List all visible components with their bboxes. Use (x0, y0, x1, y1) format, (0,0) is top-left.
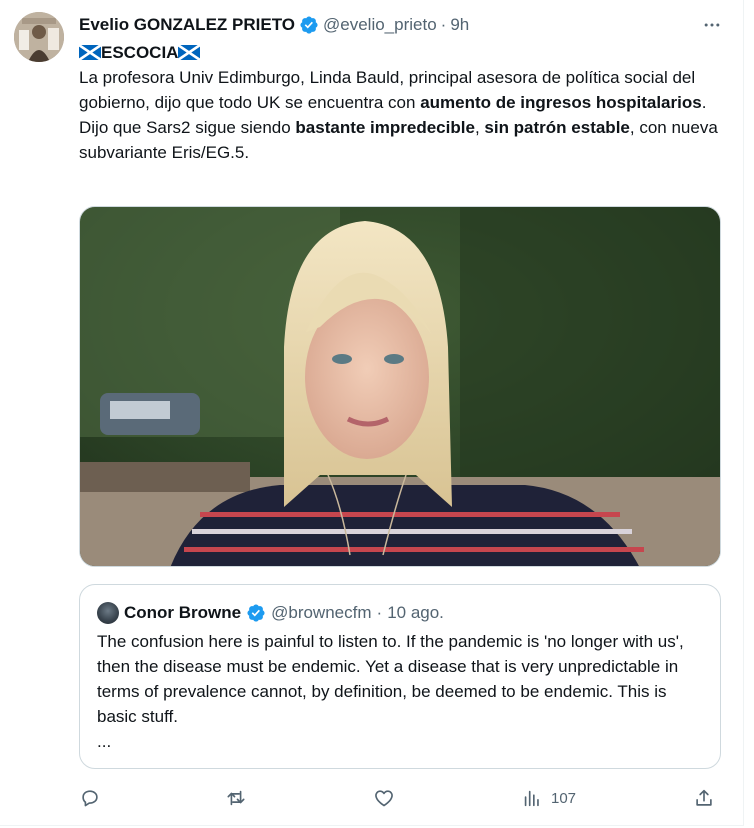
paragraph-2-mid: , (474, 118, 485, 137)
quoted-author-avatar (97, 602, 119, 624)
quoted-tweet[interactable]: Conor Browne @brownecfm · 10 ago. The co… (79, 584, 721, 769)
photo-image (80, 207, 720, 566)
share-button[interactable] (693, 786, 715, 810)
paragraph-2-bold-1: bastante impredecible (295, 118, 475, 137)
verified-badge-icon (300, 16, 318, 34)
quoted-tweet-body: The confusion here is painful to listen … (97, 632, 684, 726)
scotland-flag-icon (79, 45, 101, 60)
reply-button[interactable] (79, 786, 101, 810)
author-avatar[interactable] (14, 12, 64, 62)
tweet-title-line: ESCOCIA (79, 40, 719, 65)
views-icon (524, 790, 539, 807)
tweet-timestamp[interactable]: 9h (450, 15, 469, 35)
verified-badge-icon (247, 604, 265, 622)
tweet-text: ESCOCIA La profesora Univ Edimburgo, Lin… (79, 40, 719, 165)
more-horizontal-icon (704, 23, 720, 27)
quoted-tweet-header: Conor Browne @brownecfm · 10 ago. (97, 601, 444, 625)
heart-icon (375, 790, 393, 807)
share-icon (696, 789, 712, 806)
tweet[interactable]: Evelio GONZALEZ PRIETO @evelio_prieto · … (0, 0, 744, 826)
tweet-actions-bar: 107 (79, 786, 729, 810)
reply-icon (82, 790, 98, 807)
paragraph-1-suffix: . (701, 93, 707, 112)
tweet-paragraph-1: La profesora Univ Edimburgo, Linda Bauld… (79, 65, 719, 115)
retweet-icon (227, 790, 245, 806)
paragraph-1-bold: aumento de ingresos hospitalarios (420, 93, 702, 112)
scotland-flag-icon (178, 45, 201, 60)
views-count: 107 (551, 789, 577, 807)
author-handle[interactable]: @evelio_prieto (323, 15, 437, 35)
quoted-tweet-timestamp: 10 ago. (387, 603, 444, 622)
more-options-button[interactable] (698, 14, 726, 36)
like-button[interactable] (373, 786, 395, 810)
views-button[interactable]: 107 (521, 786, 576, 810)
tweet-header: Evelio GONZALEZ PRIETO @evelio_prieto · … (79, 13, 469, 37)
tweet-title: ESCOCIA (101, 43, 179, 62)
paragraph-2-bold-2: sin patrón estable (484, 118, 630, 137)
quoted-author-name: Conor Browne (124, 603, 242, 622)
retweet-button[interactable] (225, 786, 247, 810)
paragraph-2-text: Dijo que Sars2 sigue siendo (79, 118, 296, 137)
quoted-author-handle: @brownecfm (271, 603, 372, 622)
header-separator: · (440, 15, 447, 34)
author-name[interactable]: Evelio GONZALEZ PRIETO (79, 15, 295, 35)
quoted-tweet-ellipsis: ... (97, 732, 112, 751)
tweet-media-photo[interactable] (79, 206, 721, 567)
avatar-image (14, 12, 64, 62)
quoted-tweet-text: The confusion here is painful to listen … (97, 629, 707, 754)
quoted-header-separator: · (376, 603, 383, 622)
tweet-paragraph-2: Dijo que Sars2 sigue siendo bastante imp… (79, 115, 719, 165)
